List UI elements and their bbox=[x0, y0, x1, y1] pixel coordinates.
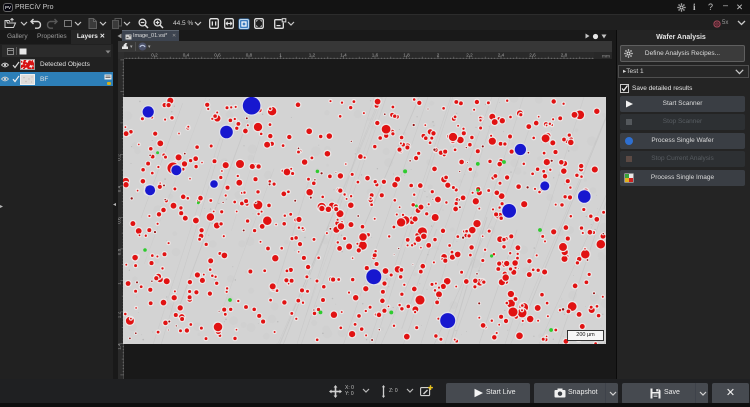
svg-text:2.4: 2.4 bbox=[498, 52, 505, 57]
svg-text:0.2: 0.2 bbox=[118, 153, 122, 160]
svg-text:0.6: 0.6 bbox=[214, 52, 221, 57]
svg-text:1.6: 1.6 bbox=[372, 52, 379, 57]
svg-text:1.4: 1.4 bbox=[340, 52, 347, 57]
svg-text:0.8: 0.8 bbox=[246, 52, 253, 57]
svg-text:1.2: 1.2 bbox=[309, 52, 316, 57]
svg-text:1: 1 bbox=[118, 281, 122, 284]
svg-text:2.6: 2.6 bbox=[529, 52, 536, 57]
svg-text:1.4: 1.4 bbox=[118, 342, 122, 349]
svg-text:0.8: 0.8 bbox=[118, 248, 122, 255]
svg-text:0.4: 0.4 bbox=[118, 185, 122, 192]
svg-text:0.4: 0.4 bbox=[183, 52, 190, 57]
svg-text:0.2: 0.2 bbox=[151, 52, 158, 57]
svg-text:0.6: 0.6 bbox=[118, 216, 122, 223]
svg-text:mm: mm bbox=[602, 54, 610, 59]
svg-text:2: 2 bbox=[437, 52, 440, 57]
svg-text:1.2: 1.2 bbox=[118, 311, 122, 318]
svg-text:2.2: 2.2 bbox=[466, 52, 473, 57]
svg-text:2.8: 2.8 bbox=[561, 52, 568, 57]
svg-text:1.8: 1.8 bbox=[403, 52, 410, 57]
svg-text:1: 1 bbox=[279, 52, 282, 57]
